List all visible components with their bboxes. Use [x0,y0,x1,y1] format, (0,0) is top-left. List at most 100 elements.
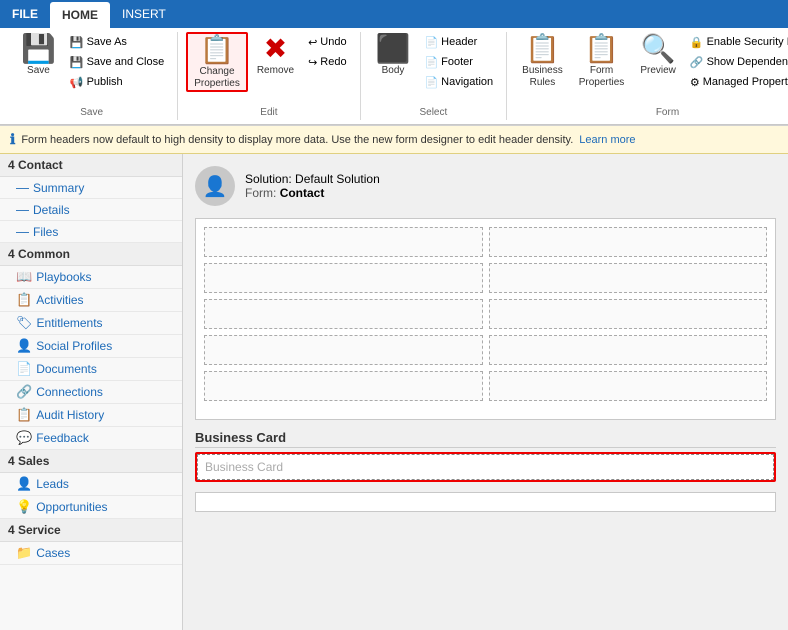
header-icon: 📄 [424,36,438,49]
connections-icon: 🔗 [16,384,32,400]
form-label: Form: [245,186,276,200]
summary-icon: — [16,180,29,195]
sidebar-item-entitlements[interactable]: 🏷 Entitlements [0,312,182,335]
info-bar: ℹ Form headers now default to high densi… [0,126,788,154]
business-rules-button[interactable]: 📋 BusinessRules [515,32,570,92]
undo-icon: ↩ [308,36,317,49]
form-row-2 [204,263,767,293]
form-field-8 [489,335,768,365]
form-header: 👤 Solution: Default Solution Form: Conta… [195,166,776,206]
save-as-button[interactable]: 💾 Save As [65,32,169,52]
navigation-button[interactable]: 📄 Navigation [419,72,498,92]
form-section-content [196,219,775,419]
ribbon-content: 💾 Save 💾 Save As 💾 Save and Close 📢 Publ… [0,28,788,125]
activities-icon: 📋 [16,292,32,308]
redo-button[interactable]: ↪ Redo [303,52,352,72]
header-button[interactable]: 📄 Header [419,32,498,52]
save-button[interactable]: 💾 Save [14,32,63,92]
ribbon-group-form: 📋 BusinessRules 📋 FormProperties 🔍 Previ… [507,32,788,120]
form-area: 👤 Solution: Default Solution Form: Conta… [183,154,788,630]
form-group-label: Form [507,107,788,118]
security-icon: 🔒 [690,36,704,49]
save-close-icon: 💾 [70,56,84,69]
publish-button[interactable]: 📢 Publish [65,72,169,92]
preview-button[interactable]: 🔍 Preview [633,32,683,92]
avatar-icon: 👤 [203,174,228,199]
form-line: Form: Contact [245,186,380,200]
enable-security-button[interactable]: 🔒 Enable Security Roles [685,32,788,52]
tab-insert[interactable]: INSERT [110,0,178,28]
sidebar-item-summary[interactable]: — Summary [0,177,182,199]
solution-value: Default Solution [295,172,380,186]
sales-section-header: 4 Sales [0,450,182,473]
info-message: Form headers now default to high density… [21,134,573,146]
learn-more-link[interactable]: Learn more [579,134,635,146]
sidebar-item-connections[interactable]: 🔗 Connections [0,381,182,404]
sidebar-item-activities[interactable]: 📋 Activities [0,289,182,312]
ribbon-group-edit: 📋 ChangeProperties ✖ Remove ↩ Undo ↪ [178,32,360,120]
sidebar-item-social-profiles[interactable]: 👤 Social Profiles [0,335,182,358]
business-card-section: Business Card Business Card [195,430,776,482]
save-col: 💾 Save As 💾 Save and Close 📢 Publish [65,32,169,106]
form-row-1 [204,227,767,257]
solution-label: Solution: [245,172,292,186]
select-group-label: Select [361,107,507,118]
ribbon-group-select: ⬛ Body 📄 Header 📄 Footer 📄 Navigation [361,32,508,120]
business-card-field[interactable]: Business Card [195,452,776,482]
sidebar-item-files[interactable]: — Files [0,221,182,243]
details-icon: — [16,202,29,217]
sidebar-item-feedback[interactable]: 💬 Feedback [0,427,182,450]
form-row-4 [204,335,767,365]
footer-icon: 📄 [424,56,438,69]
info-icon: ℹ [10,131,15,148]
save-group-label: Save [6,107,177,118]
sidebar-section-common: 4 Common 📖 Playbooks 📋 Activities 🏷 Enti… [0,243,182,450]
managed-properties-button[interactable]: ⚙ Managed Properties [685,72,788,92]
form-field-3 [204,263,483,293]
files-icon: — [16,224,29,239]
remove-button[interactable]: ✖ Remove [250,32,301,92]
sidebar-section-service: 4 Service 📁 Cases [0,519,182,565]
service-section-header: 4 Service [0,519,182,542]
sidebar-item-documents[interactable]: 📄 Documents [0,358,182,381]
change-properties-icon: 📋 [200,36,235,64]
sidebar-item-playbooks[interactable]: 📖 Playbooks [0,266,182,289]
sidebar-item-details[interactable]: — Details [0,199,182,221]
publish-icon: 📢 [70,76,84,89]
form-field-6 [489,299,768,329]
sidebar-section-sales: 4 Sales 👤 Leads 💡 Opportunities [0,450,182,519]
form-main-section [195,218,776,420]
form-name-value: Contact [280,186,325,200]
form-field-5 [204,299,483,329]
edit-col: ✖ Remove [250,32,301,106]
body-icon: ⬛ [376,35,411,63]
form-properties-button[interactable]: 📋 FormProperties [572,32,632,92]
undo-redo-col: ↩ Undo ↪ Redo [303,32,352,86]
sidebar-item-opportunities[interactable]: 💡 Opportunities [0,496,182,519]
common-section-header: 4 Common [0,243,182,266]
playbooks-icon: 📖 [16,269,32,285]
business-card-placeholder: Business Card [205,460,283,474]
change-properties-button[interactable]: 📋 ChangeProperties [186,32,248,92]
contact-section-header: 4 Contact [0,154,182,177]
tab-home[interactable]: HOME [50,2,110,28]
body-button[interactable]: ⬛ Body [369,32,418,92]
sidebar-item-leads[interactable]: 👤 Leads [0,473,182,496]
footer-button[interactable]: 📄 Footer [419,52,498,72]
form-field-1 [204,227,483,257]
leads-icon: 👤 [16,476,32,492]
form-properties-icon: 📋 [584,35,619,63]
save-and-close-button[interactable]: 💾 Save and Close [65,52,169,72]
sidebar-item-audit-history[interactable]: 📋 Audit History [0,404,182,427]
form-row-5 [204,371,767,401]
ribbon-tab-bar: FILE HOME INSERT [0,0,788,28]
form-field-10 [489,371,768,401]
show-dependencies-button[interactable]: 🔗 Show Dependencies [685,52,788,72]
select-col: 📄 Header 📄 Footer 📄 Navigation [419,32,498,106]
edit-group-label: Edit [178,107,359,118]
tab-file[interactable]: FILE [0,0,50,28]
undo-button[interactable]: ↩ Undo [303,32,352,52]
sidebar-item-cases[interactable]: 📁 Cases [0,542,182,565]
form-title: Solution: Default Solution Form: Contact [245,172,380,200]
form-avatar: 👤 [195,166,235,206]
